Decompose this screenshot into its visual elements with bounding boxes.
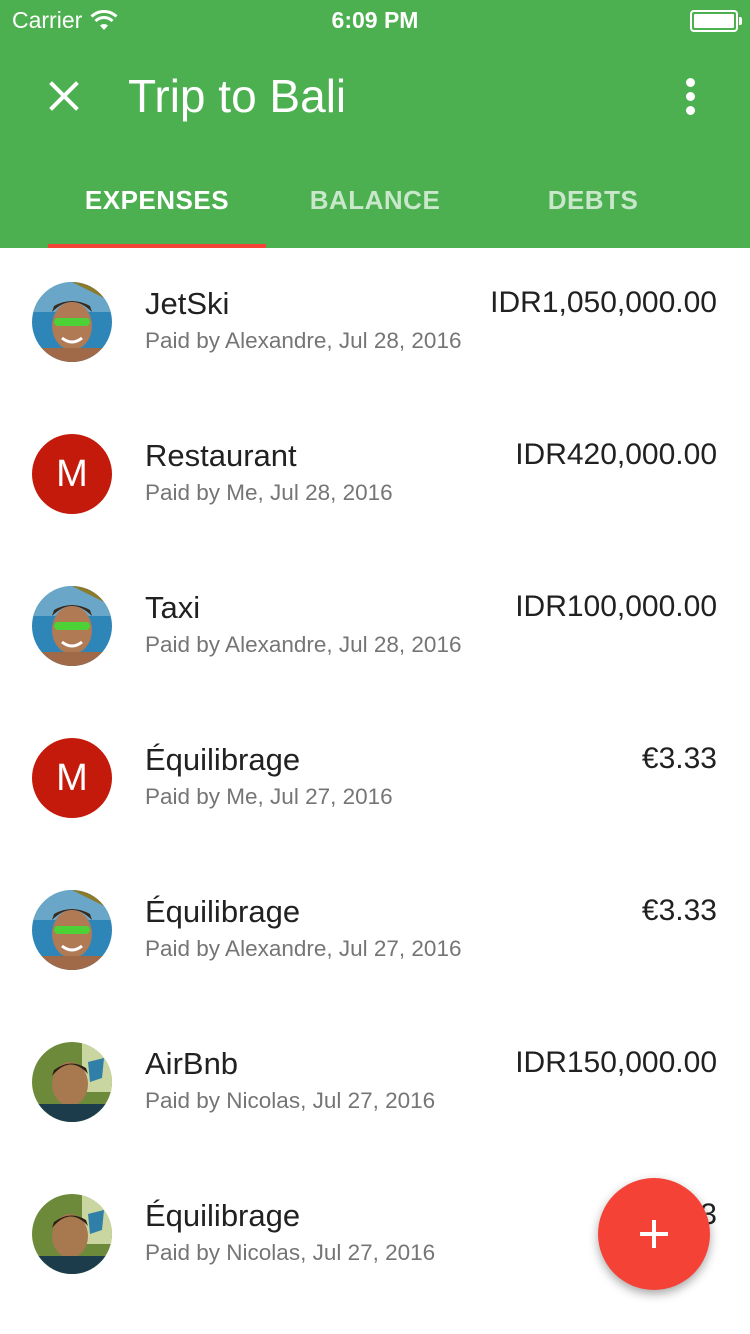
more-vert-icon-dot: [685, 77, 695, 87]
expense-amount: IDR100,000.00: [515, 590, 717, 623]
expense-amount: IDR1,050,000.00: [490, 286, 717, 319]
battery-icon: [690, 10, 742, 32]
expense-subtitle: Paid by Alexandre, Jul 27, 2016: [145, 936, 462, 961]
avatar: [32, 1194, 112, 1274]
status-time: 6:09 PM: [331, 7, 419, 33]
page-title: Trip to Bali: [128, 70, 347, 122]
app-bar: Carrier 6:09 PM Trip to Bali EXPENSES BA…: [0, 0, 750, 248]
expense-subtitle: Paid by Me, Jul 28, 2016: [145, 480, 393, 505]
tab-bar: EXPENSES BALANCE DEBTS: [48, 152, 702, 248]
close-icon: [49, 81, 79, 111]
list-item[interactable]: Équilibrage Paid by Alexandre, Jul 27, 20…: [0, 856, 750, 1008]
list-item[interactable]: JetSki Paid by Alexandre, Jul 28, 2016 IDR…: [0, 248, 750, 400]
avatar: [32, 890, 112, 970]
expense-list: JetSki Paid by Alexandre, Jul 28, 2016 IDR…: [0, 248, 750, 1312]
expense-title: Restaurant: [145, 438, 297, 473]
avatar: [32, 586, 112, 666]
expense-subtitle: Paid by Nicolas, Jul 27, 2016: [145, 1088, 436, 1113]
expense-title: Équilibrage: [145, 742, 301, 777]
list-item[interactable]: AirBnb Paid by Nicolas, Jul 27, 2016 IDR15…: [0, 1008, 750, 1160]
more-vert-icon-dot: [685, 91, 695, 101]
add-expense-button[interactable]: [598, 1178, 710, 1290]
avatar-initial: M: [56, 756, 88, 799]
expense-amount: €3.33: [641, 894, 717, 927]
status-bar: Carrier 6:09 PM: [0, 0, 750, 40]
expense-subtitle: Paid by Alexandre, Jul 28, 2016: [145, 328, 462, 353]
expense-subtitle: Paid by Alexandre, Jul 28, 2016: [145, 632, 462, 657]
expense-title: AirBnb: [145, 1046, 239, 1081]
list-item[interactable]: M Restaurant Paid by Me, Jul 28, 2016 IDR42…: [0, 400, 750, 552]
list-item[interactable]: M Équilibrage Paid by Me, Jul 27, 2016 €3.3…: [0, 704, 750, 856]
avatar-letter: M: [32, 738, 112, 818]
avatar-initial: M: [56, 452, 88, 495]
toolbar: Trip to Bali: [0, 40, 750, 152]
tab-expenses[interactable]: EXPENSES: [48, 152, 266, 248]
expense-amount: €3.33: [641, 742, 717, 775]
more-vert-icon-dot: [685, 105, 695, 115]
expense-subtitle: Paid by Nicolas, Jul 27, 2016: [145, 1240, 436, 1265]
avatar-letter: M: [32, 434, 112, 514]
plus-icon: [640, 1220, 668, 1248]
avatar: [32, 282, 112, 362]
expense-title: JetSki: [145, 286, 230, 321]
tab-balance[interactable]: BALANCE: [266, 152, 484, 248]
close-button[interactable]: [34, 66, 94, 126]
expense-amount: IDR150,000.00: [515, 1046, 717, 1079]
expense-amount: IDR420,000.00: [515, 438, 717, 471]
expense-title: Équilibrage: [145, 894, 301, 929]
avatar: [32, 1042, 112, 1122]
more-options-button[interactable]: [670, 66, 710, 126]
expense-subtitle: Paid by Me, Jul 27, 2016: [145, 784, 393, 809]
list-item[interactable]: Taxi Paid by Alexandre, Jul 28, 2016 IDR10…: [0, 552, 750, 704]
expense-title: Taxi: [145, 590, 201, 625]
tab-debts[interactable]: DEBTS: [484, 152, 702, 248]
expense-title: Équilibrage: [145, 1198, 301, 1233]
